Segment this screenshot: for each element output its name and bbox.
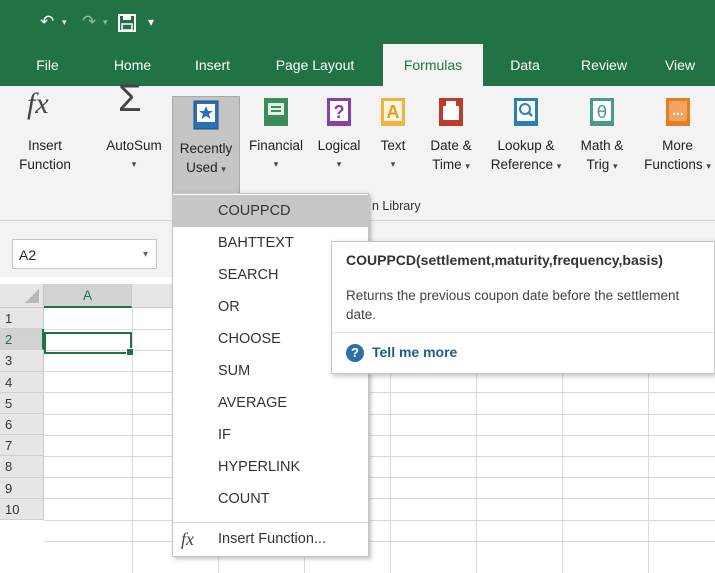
gridline <box>44 392 715 393</box>
select-all-corner[interactable] <box>0 284 44 308</box>
text-book-icon: A <box>379 96 407 130</box>
customize-qat-icon[interactable]: ▾ <box>148 0 154 44</box>
financial-button[interactable]: Financial ▾ <box>243 92 309 174</box>
fx-icon: fx <box>27 87 49 120</box>
tab-insert[interactable]: Insert <box>180 44 245 86</box>
svg-text:?: ? <box>334 102 345 122</box>
excel-window: ↶ ▾ ↷ ▾ ▾ File Home Insert Page Layout F… <box>0 0 715 573</box>
row-header[interactable]: 2 <box>0 329 44 351</box>
row-header[interactable]: 5 <box>0 392 44 414</box>
function-tooltip: COUPPCD(settlement,maturity,frequency,ba… <box>331 241 715 374</box>
more-book-icon: ... <box>664 96 692 130</box>
tab-review[interactable]: Review <box>568 44 640 86</box>
theta-book-icon: θ <box>588 96 616 130</box>
function-library-group-label: n Library <box>372 199 421 213</box>
tab-data[interactable]: Data <box>495 44 555 86</box>
menu-item-couppcd[interactable]: COUPPCD <box>173 195 368 227</box>
recently-used-button[interactable]: Recently Used ▾ <box>172 96 240 194</box>
row-header[interactable]: 9 <box>0 477 44 499</box>
save-icon[interactable] <box>118 0 136 44</box>
row-header[interactable]: 7 <box>0 435 44 457</box>
gridline <box>44 520 715 521</box>
gridline <box>44 498 715 499</box>
tab-page-layout[interactable]: Page Layout <box>262 44 368 86</box>
question-book-icon: ? <box>325 96 353 130</box>
help-icon: ? <box>346 344 364 363</box>
tab-view[interactable]: View <box>650 44 710 86</box>
svg-text:...: ... <box>672 102 684 118</box>
autosum-button[interactable]: Σ AutoSum ▾ <box>98 78 170 174</box>
svg-text:θ: θ <box>597 103 607 123</box>
column-header-a[interactable]: A <box>44 284 132 308</box>
tooltip-description: Returns the previous coupon date before … <box>346 288 680 322</box>
gridline <box>44 456 715 457</box>
row-header[interactable]: 3 <box>0 350 44 372</box>
tab-formulas[interactable]: Formulas <box>383 44 483 86</box>
row-header[interactable]: 6 <box>0 414 44 436</box>
star-book-icon <box>192 99 220 133</box>
row-header[interactable]: 4 <box>0 371 44 393</box>
ribbon-tabs: File Home Insert Page Layout Formulas Da… <box>0 44 715 86</box>
fx-icon: fx <box>181 529 194 549</box>
more-functions-button[interactable]: ... More Functions ▾ <box>640 92 715 176</box>
calendar-book-icon <box>437 96 465 130</box>
gridline <box>44 477 715 478</box>
row-header[interactable]: 8 <box>0 456 44 478</box>
gridline <box>44 435 715 436</box>
undo-dropdown-icon[interactable]: ▾ <box>62 17 67 28</box>
menu-item-average[interactable]: AVERAGE <box>173 387 368 419</box>
logical-button[interactable]: ? Logical ▾ <box>311 92 367 174</box>
active-cell-a2[interactable] <box>44 332 134 356</box>
sigma-icon: Σ <box>118 78 142 120</box>
menu-item-hyperlink[interactable]: HYPERLINK <box>173 451 368 483</box>
row-header[interactable]: 1 <box>0 308 44 330</box>
name-box[interactable]: A2 ▾ <box>12 239 157 269</box>
insert-function-button[interactable]: fx Insert Function <box>14 87 76 174</box>
svg-text:A: A <box>387 102 400 122</box>
undo-icon[interactable]: ↶ <box>40 0 54 44</box>
lookup-reference-button[interactable]: Lookup & Reference ▾ <box>486 92 566 176</box>
menu-item-if[interactable]: IF <box>173 419 368 451</box>
fill-handle[interactable] <box>126 348 134 356</box>
menu-item-insert-function[interactable]: fx Insert Function... <box>173 523 368 555</box>
name-box-dropdown-icon[interactable]: ▾ <box>143 240 148 270</box>
gridline <box>44 541 715 542</box>
menu-item-count[interactable]: COUNT <box>173 483 368 515</box>
redo-icon[interactable]: ↷ <box>82 0 96 44</box>
magnifier-book-icon <box>512 96 540 130</box>
financial-book-icon <box>262 96 290 130</box>
tooltip-separator <box>332 332 714 333</box>
tooltip-title: COUPPCD(settlement,maturity,frequency,ba… <box>346 252 663 268</box>
gridline <box>44 414 715 415</box>
text-button[interactable]: A Text ▾ <box>374 92 412 174</box>
math-trig-button[interactable]: θ Math & Trig ▾ <box>569 92 635 176</box>
row-header[interactable]: 10 <box>0 498 44 520</box>
redo-dropdown-icon[interactable]: ▾ <box>103 17 108 28</box>
date-time-button[interactable]: Date & Time ▾ <box>420 92 482 176</box>
quick-access-toolbar: ↶ ▾ ↷ ▾ ▾ <box>0 0 715 44</box>
tell-me-more-link[interactable]: ? Tell me more <box>346 344 457 363</box>
tab-file[interactable]: File <box>20 44 75 86</box>
